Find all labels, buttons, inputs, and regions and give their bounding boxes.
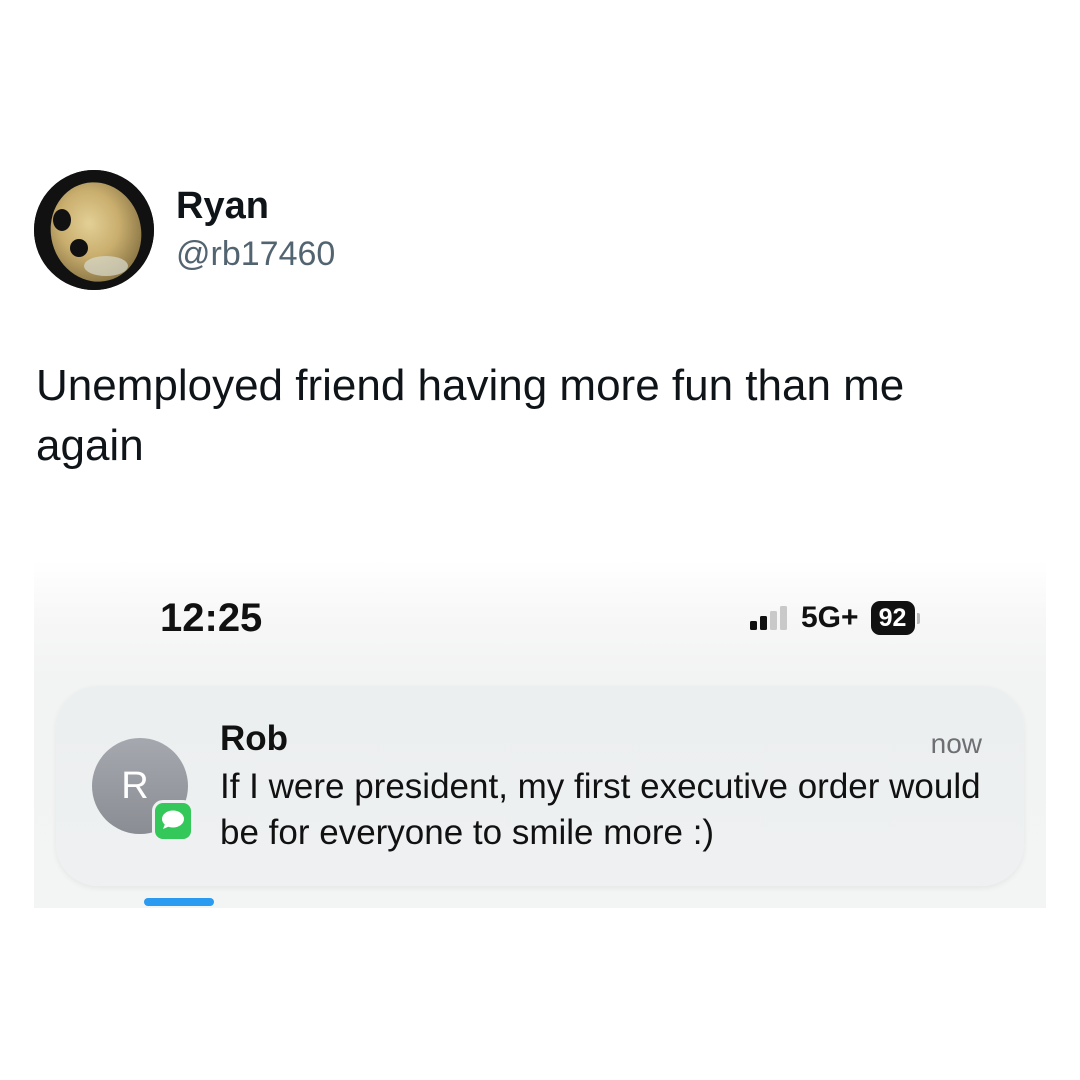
battery-percent: 92 — [870, 601, 915, 635]
post-text: Unemployed friend having more fun than m… — [36, 361, 905, 470]
cellular-signal-icon — [750, 606, 787, 630]
post-canvas: Ryan @rb17460 Unemployed friend having m… — [0, 0, 1080, 1080]
notification-message: If I were president, my first executive … — [220, 767, 981, 852]
contact-initial: R — [121, 764, 149, 807]
status-bar-time: 12:25 — [160, 596, 263, 640]
status-bar-indicators: 5G+ 92 — [750, 598, 920, 638]
avatar-image — [34, 170, 154, 290]
author-info: Ryan @rb17460 — [176, 184, 335, 276]
battery-icon: 92 — [870, 601, 920, 635]
author-avatar[interactable] — [34, 170, 154, 290]
notification-time: now — [930, 728, 982, 759]
page-indicator-bar — [144, 898, 214, 906]
message-notification[interactable]: R Rob now If I were president, my first … — [56, 686, 1024, 886]
imessage-icon — [152, 800, 194, 842]
phone-screenshot: 12:25 5G+ 92 R Rob now If I were preside… — [34, 560, 1046, 908]
author-name[interactable]: Ryan — [176, 184, 335, 228]
network-type-label: 5G+ — [801, 601, 859, 634]
battery-tip — [916, 612, 920, 624]
author-handle[interactable]: @rb17460 — [176, 232, 335, 276]
notification-sender: Rob — [220, 719, 289, 758]
